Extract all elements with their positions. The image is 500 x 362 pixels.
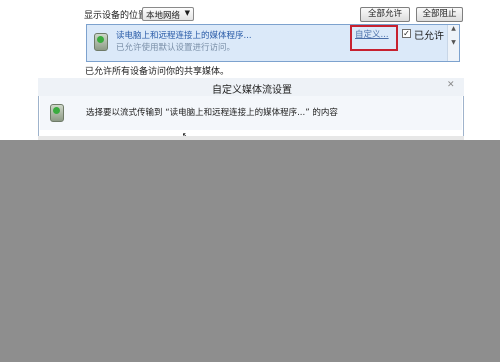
gray-overlay — [0, 140, 500, 362]
status-text: 已允许所有设备访问你的共享媒体。 — [85, 67, 230, 77]
location-select-value: 本地网络 — [146, 11, 181, 21]
play-icon — [53, 107, 60, 114]
media-library-icon — [50, 104, 64, 122]
allowed-checkbox[interactable]: ✓ — [402, 29, 411, 38]
close-icon[interactable]: ✕ — [447, 80, 455, 90]
customize-link[interactable]: 自定义... — [355, 28, 389, 40]
allowed-label: 已允许 — [414, 31, 444, 42]
device-description: 已允许使用默认设置进行访问。 — [116, 43, 236, 53]
dialog-instruction: 选择要以流式传输到 “读电脑上和远程连接上的媒体程序...” 的内容 — [86, 108, 338, 118]
device-name: 读电脑上和远程连接上的媒体程序... — [116, 31, 252, 41]
play-icon — [97, 36, 104, 43]
location-label: 显示设备的位置: — [84, 11, 151, 21]
dialog-title: 自定义媒体流设置 — [212, 85, 292, 96]
scrollbar[interactable]: ▲ ▼ — [447, 25, 459, 61]
location-select[interactable]: 本地网络 ▼ — [142, 7, 194, 21]
allow-all-button[interactable]: 全部允许 — [360, 7, 410, 22]
block-all-button[interactable]: 全部阻止 — [416, 7, 463, 22]
chevron-down-icon: ▼ — [184, 9, 190, 17]
media-library-icon — [94, 33, 108, 51]
